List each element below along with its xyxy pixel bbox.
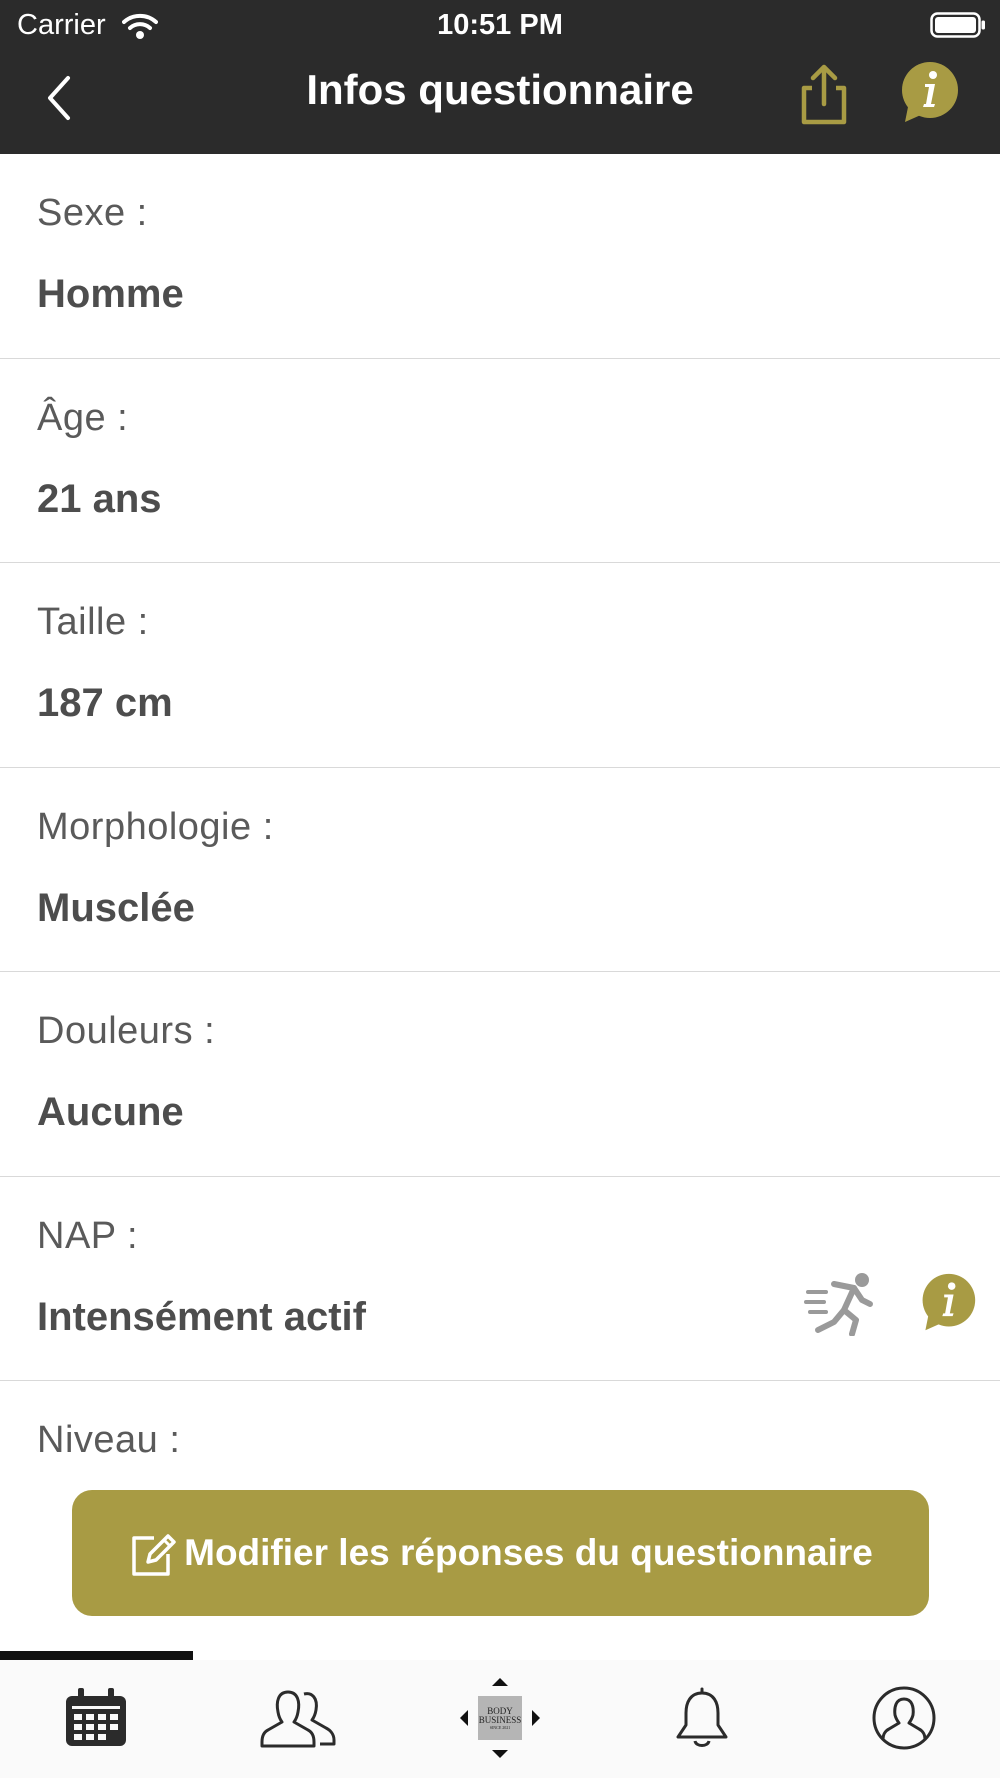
row-value: 187 cm [37,681,173,725]
list-item-nap: NAP : Intensément actif [0,1177,1000,1381]
info-bubble-icon[interactable] [895,60,961,126]
modify-answers-label: Modifier les réponses du questionnaire [184,1532,873,1573]
list-item-sexe: Sexe : Homme [0,154,1000,359]
profile-icon [872,1686,936,1750]
questionnaire-info-list: Sexe : Homme Âge : 21 ans Taille : 187 c… [0,154,1000,1456]
nap-icons [804,1270,978,1336]
row-label: Âge : [37,396,129,439]
row-label: Morphologie : [37,805,274,848]
status-time: 10:51 PM [437,9,563,41]
edit-icon [132,1534,176,1576]
row-label: NAP : [37,1214,139,1257]
row-label: Niveau : [37,1419,181,1456]
running-person-icon [804,1272,873,1336]
header: Carrier 10:51 PM Infos questionnaire [0,0,1000,154]
list-item-taille: Taille : 187 cm [0,563,1000,768]
tab-calendar[interactable] [54,1678,138,1758]
row-label: Sexe : [37,192,148,234]
tab-clients[interactable] [257,1678,341,1758]
share-icon[interactable] [796,62,852,128]
status-bar: Carrier 10:51 PM [0,0,1000,50]
tab-bar: BODY BUSINESS SINCE 2021 [0,1660,1000,1778]
navigation-bar: Infos questionnaire [0,52,1000,154]
row-label: Taille : [37,601,149,643]
row-value: Musclée [37,885,195,930]
bell-icon [676,1687,728,1747]
tab-profile[interactable] [862,1678,946,1758]
list-item-douleurs: Douleurs : Aucune [0,972,1000,1177]
row-label: Douleurs : [37,1010,216,1052]
info-bubble-icon[interactable] [916,1272,978,1334]
modify-answers-button[interactable]: Modifier les réponses du questionnaire [72,1490,929,1616]
body-business-logo-frame [460,1678,540,1758]
row-value: Aucune [37,1090,184,1134]
list-item-morphologie: Morphologie : Musclée [0,768,1000,972]
row-value: 21 ans [37,476,162,521]
battery-icon [930,12,985,38]
people-icon [260,1690,336,1748]
tab-home-logo[interactable]: BODY BUSINESS SINCE 2021 [458,1678,542,1758]
calendar-icon [66,1688,126,1746]
row-value: Homme [37,272,184,316]
list-item-niveau: Niveau : [0,1381,1000,1456]
row-value: Intensément actif [37,1294,366,1339]
tab-notifications[interactable] [660,1678,744,1758]
list-item-age: Âge : 21 ans [0,359,1000,563]
selected-tab-indicator [0,1651,193,1660]
